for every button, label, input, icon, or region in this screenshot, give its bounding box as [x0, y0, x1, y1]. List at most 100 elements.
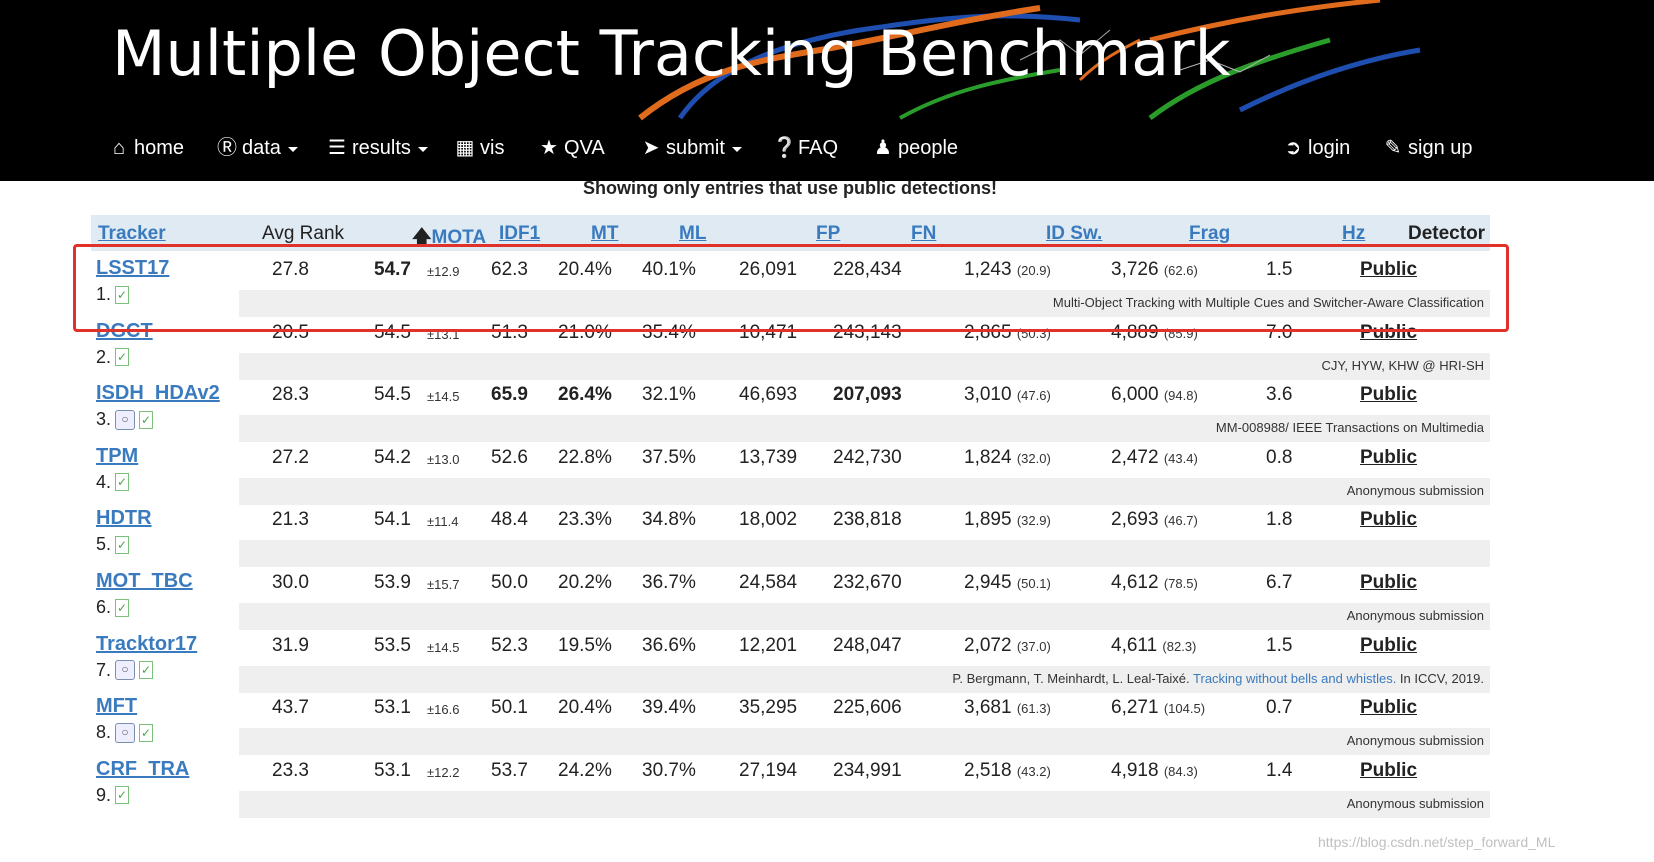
idsw-value: 1,824	[964, 446, 1012, 468]
mt-cell: 19.5%	[558, 634, 612, 656]
nav-login[interactable]: ➲ login	[1282, 128, 1351, 168]
frag-value: 3,726	[1111, 259, 1159, 280]
table-row: ISDH_HDAv2 3. ○ ✓ 28.3 54.5 65.9 26.4% 32.1% 46,6…	[91, 376, 1490, 443]
header-fp[interactable]: FP	[816, 223, 840, 245]
nav-login-label: login	[1308, 137, 1351, 159]
idsw-cell: 2,945 (50.1)	[964, 572, 1051, 594]
nav-results[interactable]: ☰ results	[326, 128, 428, 168]
fn-cell: 242,730	[833, 446, 902, 468]
idsw-ratio: (32.9)	[1016, 513, 1051, 529]
tracker-link[interactable]: LSST17	[96, 257, 169, 280]
frag-value: 4,889	[1111, 321, 1159, 343]
header-mt[interactable]: MT	[591, 223, 618, 245]
verified-check-icon: ✓	[139, 661, 154, 680]
idf1-cell: 52.3	[491, 634, 528, 656]
nav-home-label: home	[134, 137, 185, 159]
table-row: MFT 8. ○ ✓ 43.7 53.1 50.1 20.4% 39.4% 35,295 225,6…	[91, 689, 1490, 756]
header-hz[interactable]: Hz	[1342, 223, 1365, 245]
nav-data[interactable]: Ⓡ data	[216, 128, 298, 168]
frag-cell: 6,000 (94.8)	[1111, 384, 1198, 406]
mota-stddev: ±15.7	[427, 577, 460, 592]
description-row: Anonymous submission	[239, 790, 1490, 818]
ml-cell: 35.4%	[642, 321, 696, 343]
rank-line: 8. ○ ✓	[96, 722, 154, 743]
nav-signup-label: sign up	[1408, 137, 1473, 159]
idsw-cell: 1,243 (20.9)	[964, 259, 1051, 281]
detector-cell[interactable]: Public	[1360, 322, 1417, 344]
table-row: TPM 4. ✓ 27.2 54.2 52.6 22.8% 37.5% 13,739 242,73…	[91, 439, 1490, 505]
rank-line: 3. ○ ✓	[96, 409, 154, 430]
frag-cell: 4,611 (82.3)	[1111, 635, 1196, 657]
verified-check-icon: ✓	[115, 535, 130, 554]
detector-cell[interactable]: Public	[1360, 384, 1417, 406]
nav-vis[interactable]: ▦ vis	[454, 128, 505, 168]
paper-link[interactable]: Tracking without bells and whistles.	[1193, 671, 1396, 686]
table-row: MOT_TBC 6. ✓ 30.0 53.9 50.0 20.2% 36.7% 24,584 23…	[91, 564, 1490, 630]
ml-cell: 36.6%	[642, 634, 696, 656]
idf1-cell: 50.1	[491, 697, 528, 719]
header-ml[interactable]: ML	[679, 223, 706, 245]
frag-ratio: (85.9)	[1163, 325, 1198, 341]
header-idsw[interactable]: ID Sw.	[1046, 223, 1102, 245]
detector-cell[interactable]: Public	[1360, 259, 1417, 281]
header-idf1[interactable]: IDF1	[499, 223, 540, 245]
avg-rank-cell: 30.0	[272, 572, 309, 593]
rank-number: 4.	[96, 471, 112, 492]
nav-results-label: results	[352, 137, 411, 159]
tracker-link[interactable]: ISDH_HDAv2	[96, 382, 220, 405]
nav-qva[interactable]: ★ QVA	[538, 128, 605, 168]
idsw-cell: 2,865 (50.3)	[964, 322, 1051, 344]
idsw-cell: 1,895 (32.9)	[964, 509, 1051, 531]
tracker-description: Anonymous submission	[1346, 733, 1484, 749]
idsw-ratio: (32.0)	[1016, 450, 1051, 466]
chevron-down-icon	[417, 147, 428, 152]
frag-ratio: (46.7)	[1163, 513, 1198, 529]
mt-cell: 22.8%	[558, 446, 612, 468]
fn-cell: 232,670	[833, 572, 902, 593]
header-fn[interactable]: FN	[911, 223, 936, 245]
idf1-cell: 53.7	[491, 759, 528, 781]
tracker-link[interactable]: HDTR	[96, 507, 152, 530]
rank-line: 6. ✓	[96, 597, 130, 618]
fn-cell: 238,818	[833, 509, 902, 531]
frag-cell: 4,612 (78.5)	[1111, 572, 1198, 594]
fn-cell: 225,606	[833, 697, 902, 719]
hz-cell: 1.5	[1266, 259, 1293, 280]
detector-cell[interactable]: Public	[1360, 572, 1417, 594]
tracker-link[interactable]: Tracktor17	[96, 633, 197, 656]
nav-faq[interactable]: ❔ FAQ	[772, 128, 838, 168]
mota-stddev: ±12.9	[427, 264, 460, 279]
detector-cell[interactable]: Public	[1360, 760, 1417, 782]
nav-submit[interactable]: ➤ submit	[640, 128, 742, 168]
fn-cell: 207,093	[833, 384, 902, 406]
mt-cell: 23.3%	[558, 509, 612, 531]
tracker-link[interactable]: MOT_TBC	[96, 570, 193, 593]
detector-cell[interactable]: Public	[1360, 697, 1417, 719]
tracker-link[interactable]: TPM	[96, 445, 138, 468]
detector-cell[interactable]: Public	[1360, 635, 1417, 657]
tracker-link[interactable]: CRF_TRA	[96, 758, 189, 781]
avg-rank-cell: 20.5	[272, 321, 309, 343]
verified-check-icon: ✓	[115, 473, 130, 492]
header-tracker[interactable]: Tracker	[98, 223, 166, 245]
mota-cell: 54.5	[374, 384, 411, 406]
header-frag[interactable]: Frag	[1189, 223, 1230, 245]
frag-value: 4,612	[1111, 572, 1159, 593]
nav-signup[interactable]: ✎ sign up	[1382, 128, 1473, 168]
verified-check-icon: ✓	[139, 410, 154, 429]
fp-cell: 27,194	[739, 759, 798, 781]
nav-home[interactable]: ⌂ home	[108, 128, 184, 168]
verified-check-icon: ✓	[115, 348, 130, 367]
tracker-link[interactable]: DGCT	[96, 320, 153, 343]
mota-cell: 53.1	[374, 697, 411, 719]
frag-value: 4,918	[1111, 759, 1159, 781]
top-nav: ⌂ home Ⓡ data ☰ results ▦ vis ★ QVA ➤ su…	[0, 128, 1654, 168]
description-venue: In ICCV, 2019.	[1396, 670, 1484, 686]
star-icon: ★	[540, 137, 558, 159]
tracker-link[interactable]: MFT	[96, 695, 137, 718]
detector-cell[interactable]: Public	[1360, 509, 1417, 531]
idsw-value: 1,895	[964, 509, 1012, 531]
detector-cell[interactable]: Public	[1360, 447, 1417, 469]
nav-people[interactable]: ♟ people	[872, 128, 958, 168]
hz-cell: 7.0	[1266, 321, 1293, 343]
